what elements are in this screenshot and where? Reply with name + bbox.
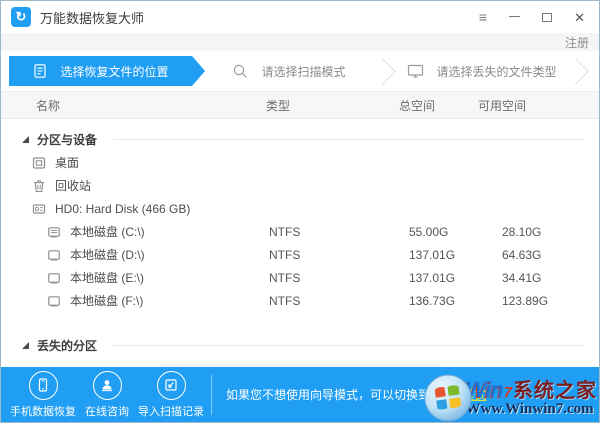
wizard-step-label: 请选择扫描模式: [261, 63, 345, 80]
standard-mode-link[interactable]: 标准模式: [438, 388, 486, 402]
wizard-step-label: 选择恢复文件的位置: [60, 63, 168, 80]
tree-item-label: HD0: Hard Disk (466 GB): [55, 202, 190, 216]
document-icon: [32, 63, 48, 79]
mode-hint: 如果您不想使用向导模式，可以切换到 标准模式: [226, 386, 486, 403]
tree-item-label: 桌面: [55, 154, 79, 171]
maximize-button[interactable]: [542, 13, 552, 22]
section-partitions-devices[interactable]: 分区与设备: [1, 127, 599, 151]
harddisk-icon: [32, 202, 46, 216]
consult-person-icon: [99, 377, 115, 393]
drive-free-space: 64.63G: [478, 248, 599, 262]
footer-bar: 手机数据恢复 在线咨询 导入扫描记录: [1, 367, 599, 422]
drive-total-space: 136.73G: [399, 294, 478, 308]
drive-total-space: 137.01G: [399, 271, 478, 285]
drive-type: NTFS: [266, 225, 399, 239]
drive-type: NTFS: [266, 294, 399, 308]
tree-item-hd0[interactable]: HD0: Hard Disk (466 GB): [1, 197, 599, 220]
table-body: 分区与设备 桌面 回收站: [1, 119, 599, 369]
drive-icon: [47, 271, 61, 285]
drive-label: 本地磁盘 (F:\): [70, 292, 143, 309]
drive-type: NTFS: [266, 248, 399, 262]
phone-recovery-button[interactable]: 手机数据恢复: [11, 371, 75, 419]
drive-free-space: 28.10G: [478, 225, 599, 239]
wizard-step-file-type[interactable]: 请选择丢失的文件类型: [398, 56, 566, 86]
column-header-total: 总空间: [399, 97, 478, 114]
drive-label: 本地磁盘 (C:\): [70, 223, 145, 240]
drive-icon: [47, 294, 61, 308]
drive-label: 本地磁盘 (E:\): [70, 269, 144, 286]
minimize-button[interactable]: [509, 16, 520, 17]
drive-row-c[interactable]: 本地磁盘 (C:\) NTFS 55.00G 28.10G: [1, 220, 599, 243]
column-header-free: 可用空间: [478, 97, 599, 114]
title-bar: ↻ 万能数据恢复大师 ≡ ✕: [1, 1, 599, 33]
app-window: ↻ 万能数据恢复大师 ≡ ✕ 注册 选择恢复文件的位置: [0, 0, 600, 423]
monitor-icon: [407, 63, 424, 79]
app-title: 万能数据恢复大师: [40, 8, 144, 27]
section-lost-partitions[interactable]: 丢失的分区: [1, 333, 599, 357]
drive-free-space: 34.41G: [478, 271, 599, 285]
table-header: 名称 类型 总空间 可用空间: [1, 91, 599, 119]
drive-total-space: 137.01G: [399, 248, 478, 262]
drive-type: NTFS: [266, 271, 399, 285]
collapse-triangle-icon: [22, 136, 29, 143]
collapse-triangle-icon: [22, 342, 29, 349]
chevron-right-icon: [369, 58, 396, 85]
drive-label: 本地磁盘 (D:\): [70, 246, 145, 263]
close-button[interactable]: ✕: [574, 11, 585, 24]
drive-row-d[interactable]: 本地磁盘 (D:\) NTFS 137.01G 64.63G: [1, 243, 599, 266]
drive-total-space: 55.00G: [399, 225, 478, 239]
wizard-steps: 选择恢复文件的位置 请选择扫描模式 请选择丢失的文件类型: [1, 51, 599, 91]
register-strip: 注册: [1, 33, 599, 51]
wizard-step-select-location[interactable]: 选择恢复文件的位置: [9, 56, 205, 86]
menu-icon[interactable]: ≡: [479, 10, 487, 24]
recycle-bin-icon: [32, 179, 46, 193]
register-link[interactable]: 注册: [565, 34, 589, 51]
app-logo-icon: ↻: [11, 7, 31, 27]
tree-item-recycle-bin[interactable]: 回收站: [1, 174, 599, 197]
column-header-name: 名称: [1, 97, 266, 114]
phone-icon: [35, 377, 51, 393]
online-consult-button[interactable]: 在线咨询: [75, 371, 139, 419]
desktop-icon: [32, 156, 46, 170]
drive-icon: [47, 225, 61, 239]
drive-icon: [47, 248, 61, 262]
tree-item-label: 回收站: [55, 177, 91, 194]
search-icon: [232, 63, 249, 80]
tree-item-desktop[interactable]: 桌面: [1, 151, 599, 174]
wizard-step-scan-mode[interactable]: 请选择扫描模式: [205, 56, 373, 86]
drive-row-e[interactable]: 本地磁盘 (E:\) NTFS 137.01G 34.41G: [1, 266, 599, 289]
drive-free-space: 123.89G: [478, 294, 599, 308]
column-header-type: 类型: [266, 97, 399, 114]
footer-divider: [211, 375, 212, 415]
import-scan-record-button[interactable]: 导入扫描记录: [139, 371, 203, 419]
chevron-right-icon: [562, 58, 589, 85]
wizard-step-label: 请选择丢失的文件类型: [436, 63, 556, 80]
drive-row-f[interactable]: 本地磁盘 (F:\) NTFS 136.73G 123.89G: [1, 289, 599, 312]
import-icon: [163, 377, 179, 393]
